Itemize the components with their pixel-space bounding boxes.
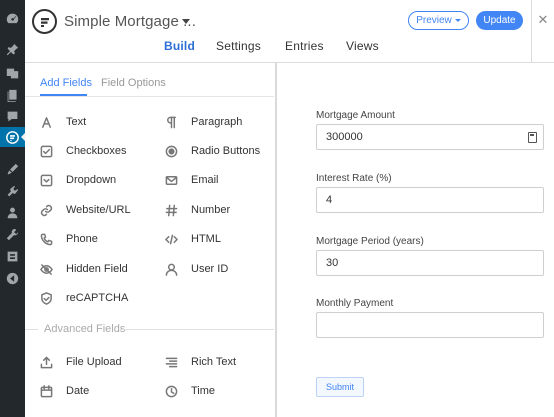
admin-sidebar — [0, 0, 25, 417]
eye-slash-icon — [39, 262, 53, 276]
tools-icon[interactable] — [5, 227, 19, 241]
field-checkboxes[interactable]: Checkboxes — [39, 142, 127, 160]
radio-icon — [164, 144, 178, 158]
field-label: Time — [191, 385, 216, 397]
phone-icon — [39, 232, 53, 246]
link-icon — [39, 203, 53, 217]
formidable-logo-icon[interactable] — [32, 9, 57, 34]
media-icon[interactable] — [5, 66, 19, 80]
field-dropdown[interactable]: Dropdown — [39, 171, 116, 189]
field-label: Paragraph — [191, 116, 243, 128]
field-rich-text[interactable]: Rich Text — [164, 353, 236, 371]
calendar-icon — [39, 384, 53, 398]
submit-button[interactable]: Submit — [316, 377, 364, 397]
settings-icon[interactable] — [5, 249, 19, 263]
field-label: Website/URL — [66, 204, 131, 216]
field-file-upload[interactable]: File Upload — [39, 353, 122, 371]
divider — [25, 329, 38, 330]
pin-icon[interactable] — [5, 42, 19, 56]
field-phone[interactable]: Phone — [39, 230, 98, 248]
input-value: 4 — [326, 194, 333, 206]
preview-button-label: Preview — [416, 15, 452, 26]
field-paragraph[interactable]: Paragraph — [164, 113, 242, 131]
appearance-icon[interactable] — [5, 162, 19, 176]
field-label: Radio Buttons — [191, 145, 261, 157]
tab-views[interactable]: Views — [346, 39, 379, 53]
upload-icon — [39, 355, 53, 369]
monthly-payment-input[interactable] — [316, 312, 544, 338]
paragraph-icon — [164, 115, 178, 129]
checkbox-icon — [39, 144, 53, 158]
divider — [120, 329, 274, 330]
formidable-icon[interactable] — [5, 130, 19, 144]
field-website-url[interactable]: Website/URL — [39, 201, 131, 219]
field-label: HTML — [191, 233, 221, 245]
close-icon[interactable]: ✕ — [531, 0, 554, 63]
user-icon — [164, 262, 178, 276]
field-label: Rich Text — [191, 356, 237, 368]
form-title[interactable]: Simple Mortgage ... — [64, 13, 196, 30]
code-icon — [164, 232, 178, 246]
tab-add-fields[interactable]: Add Fields — [40, 77, 92, 89]
field-label: Email — [191, 174, 219, 186]
field-time[interactable]: Time — [164, 382, 215, 400]
chevron-down-icon[interactable] — [182, 19, 190, 24]
hash-icon — [164, 203, 178, 217]
field-label: Checkboxes — [66, 145, 127, 157]
field-radio-buttons[interactable]: Radio Buttons — [164, 142, 260, 160]
chevron-down-icon — [454, 19, 461, 22]
preview-button[interactable]: Preview — [408, 11, 469, 30]
users-icon[interactable] — [5, 205, 19, 219]
monthly-payment-label: Monthly Payment — [316, 298, 394, 309]
interest-rate-label: Interest Rate (%) — [316, 173, 392, 184]
field-label: reCAPTCHA — [66, 292, 129, 304]
mortgage-amount-input[interactable]: 300000 — [316, 124, 544, 150]
field-label: User ID — [191, 263, 229, 275]
field-label: Text — [66, 116, 87, 128]
field-label: File Upload — [66, 356, 122, 368]
divider — [25, 96, 274, 97]
field-email[interactable]: Email — [164, 171, 219, 189]
pages-icon[interactable] — [5, 88, 19, 102]
interest-rate-input[interactable]: 4 — [316, 187, 544, 213]
advanced-fields-heading: Advanced Fields — [44, 323, 126, 335]
tab-field-options[interactable]: Field Options — [101, 77, 166, 89]
mortgage-period-input[interactable]: 30 — [316, 250, 544, 276]
field-palette: Add Fields Field Options Text Checkboxes… — [25, 63, 277, 417]
email-icon — [164, 173, 178, 187]
field-label: Phone — [66, 233, 98, 245]
dropdown-icon — [39, 173, 53, 187]
clock-icon — [164, 384, 178, 398]
dashboard-icon[interactable] — [5, 11, 19, 25]
field-text[interactable]: Text — [39, 113, 86, 131]
field-number[interactable]: Number — [164, 201, 230, 219]
field-label: Number — [191, 204, 231, 216]
text-icon — [39, 115, 53, 129]
field-label: Date — [66, 385, 90, 397]
field-label: Hidden Field — [66, 263, 128, 275]
mortgage-period-label: Mortgage Period (years) — [316, 236, 424, 247]
align-icon — [164, 355, 178, 369]
tab-entries[interactable]: Entries — [285, 39, 324, 53]
tab-settings[interactable]: Settings — [216, 39, 261, 53]
field-html[interactable]: HTML — [164, 230, 221, 248]
field-recaptcha[interactable]: reCAPTCHA — [39, 289, 128, 307]
tab-build[interactable]: Build — [164, 39, 195, 53]
comments-icon[interactable] — [5, 109, 19, 123]
mortgage-amount-label: Mortgage Amount — [316, 110, 395, 121]
collapse-menu-icon[interactable] — [5, 271, 19, 285]
field-date[interactable]: Date — [39, 382, 89, 400]
field-label: Dropdown — [66, 174, 117, 186]
plugins-icon[interactable] — [5, 184, 19, 198]
calculator-icon — [528, 132, 537, 143]
form-preview: Mortgage Amount 300000 Interest Rate (%)… — [277, 63, 554, 417]
shield-icon — [39, 291, 53, 305]
builder-header: Simple Mortgage ... Preview Update ✕ Bui… — [25, 0, 554, 63]
input-value: 30 — [326, 257, 339, 269]
field-hidden-field[interactable]: Hidden Field — [39, 260, 128, 278]
field-user-id[interactable]: User ID — [164, 260, 228, 278]
update-button[interactable]: Update — [476, 11, 523, 30]
input-value: 300000 — [326, 131, 363, 143]
